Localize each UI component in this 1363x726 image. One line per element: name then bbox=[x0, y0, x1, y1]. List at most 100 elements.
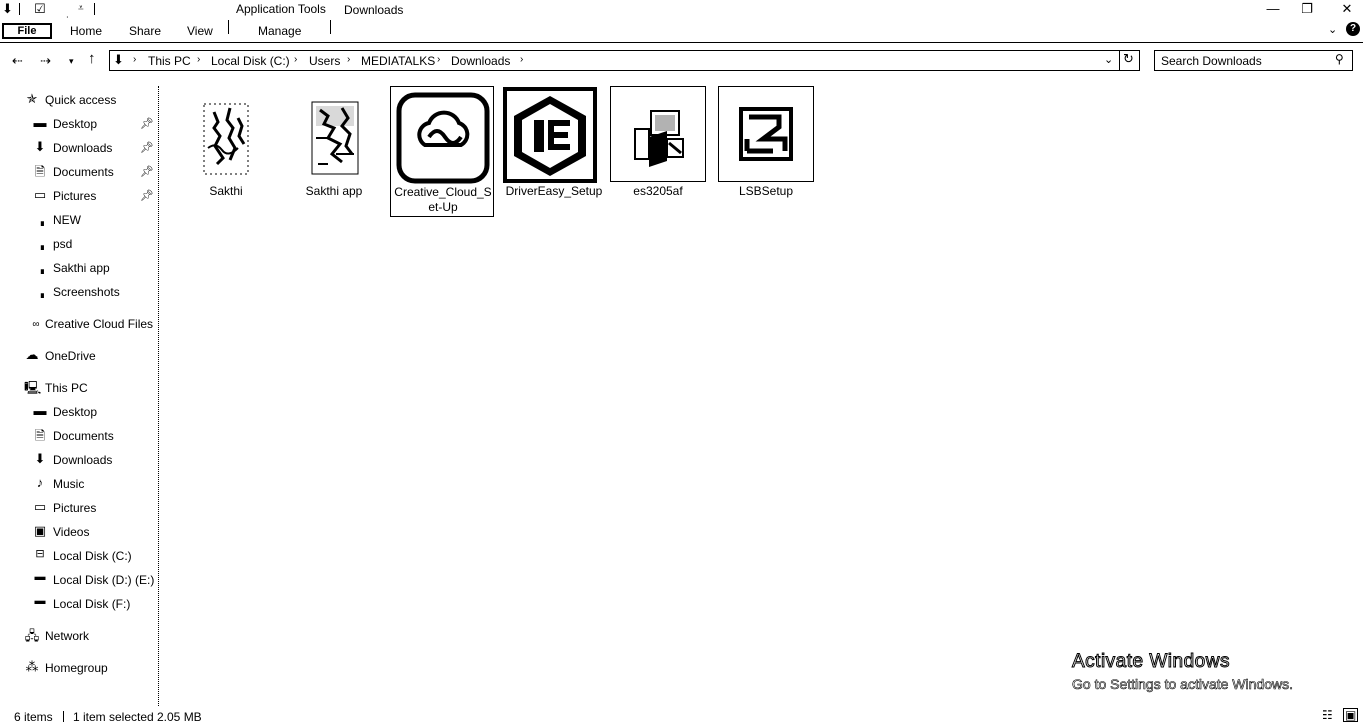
pin-icon[interactable]: 📌︎ bbox=[140, 141, 154, 154]
address-bar[interactable]: ⬇ › This PC › Local Disk (C:) › Users › … bbox=[109, 50, 1140, 71]
drive-icon: ▬ bbox=[34, 595, 46, 607]
sidebar-item-label: psd bbox=[53, 237, 73, 251]
sidebar-item-this-pc[interactable]: 🖳︎ This PC bbox=[0, 377, 158, 399]
file-item[interactable]: Sakthi bbox=[174, 86, 278, 216]
sidebar-item-documents[interactable]: 🗎 Documents 📌︎ bbox=[0, 161, 158, 183]
windows-drive-icon: ⊟ bbox=[35, 548, 45, 560]
sidebar-item-new[interactable]: ▖ NEW bbox=[0, 209, 158, 231]
sidebar-item-desktop[interactable]: ▬ Desktop 📌︎ bbox=[0, 113, 158, 135]
sidebar-item-homegroup[interactable]: ⁂ Homegroup bbox=[0, 657, 158, 679]
sidebar-item-pictures[interactable]: ▭ Pictures 📌︎ bbox=[0, 185, 158, 207]
divider bbox=[63, 711, 64, 722]
sidebar-item-onedrive[interactable]: ☁ OneDrive bbox=[0, 345, 158, 367]
application-tools-label: Application Tools bbox=[236, 2, 326, 16]
breadcrumb-downloads[interactable]: Downloads bbox=[451, 54, 510, 68]
sidebar-item-label: Documents bbox=[53, 165, 114, 179]
back-icon[interactable]: ⇠ bbox=[12, 53, 23, 69]
folder-icon: ▖ bbox=[40, 217, 48, 226]
sidebar-item-pc-documents[interactable]: 🗎 Documents bbox=[0, 425, 158, 447]
sidebar-item-local-disk-f[interactable]: ▬ Local Disk (F:) bbox=[0, 593, 158, 615]
file-name: LSBSetup bbox=[738, 184, 794, 198]
navigation-pane: ✯ Quick access ▬ Desktop 📌︎ ⬇ Downloads … bbox=[0, 86, 159, 706]
breadcrumb-mediatalks[interactable]: MEDIATALKS bbox=[361, 54, 435, 68]
file-item[interactable] bbox=[610, 86, 706, 182]
sidebar-item-pc-videos[interactable]: ▣ Videos bbox=[0, 521, 158, 543]
recent-locations-chevron-icon[interactable]: ▾ bbox=[69, 56, 74, 67]
folder-image-icon bbox=[178, 88, 274, 184]
up-arrow-icon[interactable]: ↑ bbox=[88, 50, 96, 67]
breadcrumb-local-disk-c[interactable]: Local Disk (C:) bbox=[211, 54, 290, 68]
file-item[interactable] bbox=[718, 86, 814, 182]
search-box[interactable]: Search Downloads ⚲ bbox=[1154, 50, 1353, 71]
search-icon[interactable]: ⚲ bbox=[1335, 52, 1344, 66]
breadcrumb-separator: › bbox=[294, 54, 298, 65]
computer-icon: 🖳︎ bbox=[24, 380, 42, 395]
sidebar-item-quick-access[interactable]: ✯ Quick access bbox=[0, 89, 158, 111]
sidebar-item-downloads[interactable]: ⬇ Downloads 📌︎ bbox=[0, 137, 158, 159]
file-item[interactable]: Sakthi app bbox=[282, 86, 386, 216]
sidebar-item-label: OneDrive bbox=[45, 349, 96, 363]
breadcrumb-separator: › bbox=[437, 54, 441, 65]
sidebar-item-pc-desktop[interactable]: ▬ Desktop bbox=[0, 401, 158, 423]
large-icons-view-icon[interactable]: ▣ bbox=[1343, 708, 1359, 722]
refresh-icon[interactable]: ↻ bbox=[1123, 51, 1134, 67]
forward-icon[interactable]: ⇢ bbox=[40, 53, 51, 69]
sidebar-item-psd[interactable]: ▖ psd bbox=[0, 233, 158, 255]
sidebar-item-local-disk-c[interactable]: ⊟ Local Disk (C:) bbox=[0, 545, 158, 567]
pin-icon[interactable]: 📌︎ bbox=[140, 117, 154, 130]
file-item[interactable]: DriverEasy_Setup bbox=[502, 86, 606, 216]
tab-manage[interactable]: Manage bbox=[258, 24, 301, 38]
tab-file[interactable]: File bbox=[2, 23, 52, 39]
sidebar-item-pc-music[interactable]: ♪ Music bbox=[0, 473, 158, 495]
sidebar-item-label: Homegroup bbox=[45, 661, 108, 675]
tab-view[interactable]: View bbox=[187, 24, 213, 38]
breadcrumb-separator: › bbox=[133, 54, 137, 65]
sidebar-item-label: Local Disk (C:) bbox=[53, 549, 132, 563]
ribbon-tabs: File Home Share View Manage ⌄ ? bbox=[0, 20, 1363, 43]
status-bar: 6 items 1 item selected 2.05 MB ☷ ▣ bbox=[0, 706, 1363, 726]
quick-access-down-arrow-icon[interactable]: ⬇ bbox=[2, 2, 13, 16]
restore-button[interactable]: ❐ bbox=[1291, 0, 1323, 20]
file-name: DriverEasy_Setup bbox=[505, 184, 603, 198]
sidebar-item-label: This PC bbox=[45, 381, 88, 395]
properties-icon[interactable]: ☑ bbox=[34, 2, 46, 16]
divider bbox=[330, 20, 331, 34]
new-folder-icon[interactable]: ⸒ bbox=[66, 6, 69, 20]
sidebar-item-network[interactable]: 🖧︎ Network bbox=[0, 625, 158, 647]
sidebar-item-pc-downloads[interactable]: ⬇ Downloads bbox=[0, 449, 158, 471]
breadcrumb-users[interactable]: Users bbox=[309, 54, 340, 68]
search-input[interactable]: Search Downloads bbox=[1161, 54, 1262, 68]
minimize-button[interactable]: — bbox=[1257, 0, 1289, 20]
sidebar-item-label: Network bbox=[45, 629, 90, 643]
desktop-icon: ▬ bbox=[33, 115, 47, 130]
sidebar-item-creative-cloud-files[interactable]: ∞ Creative Cloud Files bbox=[0, 313, 158, 335]
documents-icon: 🗎 bbox=[34, 164, 46, 179]
pin-icon[interactable]: 📌︎ bbox=[140, 189, 154, 202]
details-view-icon[interactable]: ☷ bbox=[1322, 708, 1333, 722]
customize-toolbar-icon[interactable]: ⩡ bbox=[78, 2, 84, 16]
homegroup-icon: ⁂ bbox=[25, 659, 39, 674]
tab-share[interactable]: Share bbox=[129, 24, 161, 38]
address-history-chevron-icon[interactable]: ⌄ bbox=[1104, 53, 1113, 66]
title-bar: ⬇ ☑ ⸒ ⩡ Application Tools Downloads — ❐ … bbox=[0, 0, 1363, 20]
tab-home[interactable]: Home bbox=[70, 24, 102, 38]
sidebar-item-sakthi-app[interactable]: ▖ Sakthi app bbox=[0, 257, 158, 279]
drivereasy-icon bbox=[502, 86, 598, 186]
help-icon[interactable]: ? bbox=[1346, 22, 1360, 36]
close-button[interactable]: ✕ bbox=[1331, 0, 1363, 20]
file-item-selected[interactable]: Creative_Cloud_Set-Up bbox=[390, 86, 494, 217]
breadcrumb-this-pc[interactable]: This PC bbox=[148, 54, 191, 68]
breadcrumb-separator: › bbox=[520, 54, 524, 65]
breadcrumb-separator: › bbox=[347, 54, 351, 65]
sidebar-item-screenshots[interactable]: ▖ Screenshots bbox=[0, 281, 158, 303]
downloads-icon: ⬇ bbox=[34, 451, 46, 466]
file-name: Creative_Cloud_Set-Up bbox=[394, 185, 492, 214]
lsb-setup-icon bbox=[719, 87, 813, 181]
folder-icon: ▖ bbox=[40, 289, 48, 298]
file-name: Sakthi bbox=[209, 184, 243, 198]
file-name: es3205af bbox=[633, 184, 683, 198]
sidebar-item-local-disk-d-e[interactable]: ▬ Local Disk (D:) (E:) bbox=[0, 569, 158, 591]
pin-icon[interactable]: 📌︎ bbox=[140, 165, 154, 178]
ribbon-expand-chevron-icon[interactable]: ⌄ bbox=[1328, 23, 1337, 36]
sidebar-item-pc-pictures[interactable]: ▭ Pictures bbox=[0, 497, 158, 519]
